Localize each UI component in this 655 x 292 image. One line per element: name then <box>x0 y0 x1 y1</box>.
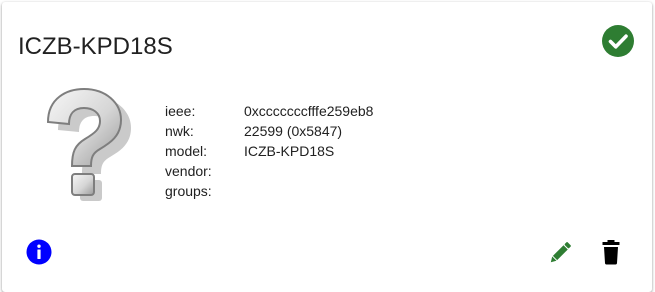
info-icon[interactable] <box>25 238 53 266</box>
detail-label: vendor: <box>165 163 212 179</box>
question-mark-icon <box>46 87 131 201</box>
detail-value: 0xcccccccfffe259eb8 <box>244 103 374 119</box>
detail-label: groups: <box>165 183 212 199</box>
detail-row-nwk: nwk: 22599 (0x5847) <box>165 121 373 141</box>
detail-value: 22599 (0x5847) <box>244 123 343 139</box>
device-card: ICZB-KPD18S ieee: 0xcccccccfffe259eb8 nw… <box>2 2 652 292</box>
detail-label: ieee: <box>165 103 196 119</box>
device-title: ICZB-KPD18S <box>18 33 173 60</box>
detail-row-vendor: vendor: <box>165 161 373 181</box>
detail-row-model: model: ICZB-KPD18S <box>165 141 373 161</box>
detail-value: ICZB-KPD18S <box>244 143 335 159</box>
detail-row-ieee: ieee: 0xcccccccfffe259eb8 <box>165 101 373 121</box>
pencil-icon[interactable] <box>546 239 574 267</box>
check-circle-icon <box>602 25 634 57</box>
device-details: ieee: 0xcccccccfffe259eb8 nwk: 22599 (0x… <box>165 101 373 201</box>
detail-label: nwk: <box>165 123 194 139</box>
detail-row-groups: groups: <box>165 181 373 201</box>
trash-icon[interactable] <box>597 238 625 266</box>
detail-label: model: <box>165 143 208 159</box>
